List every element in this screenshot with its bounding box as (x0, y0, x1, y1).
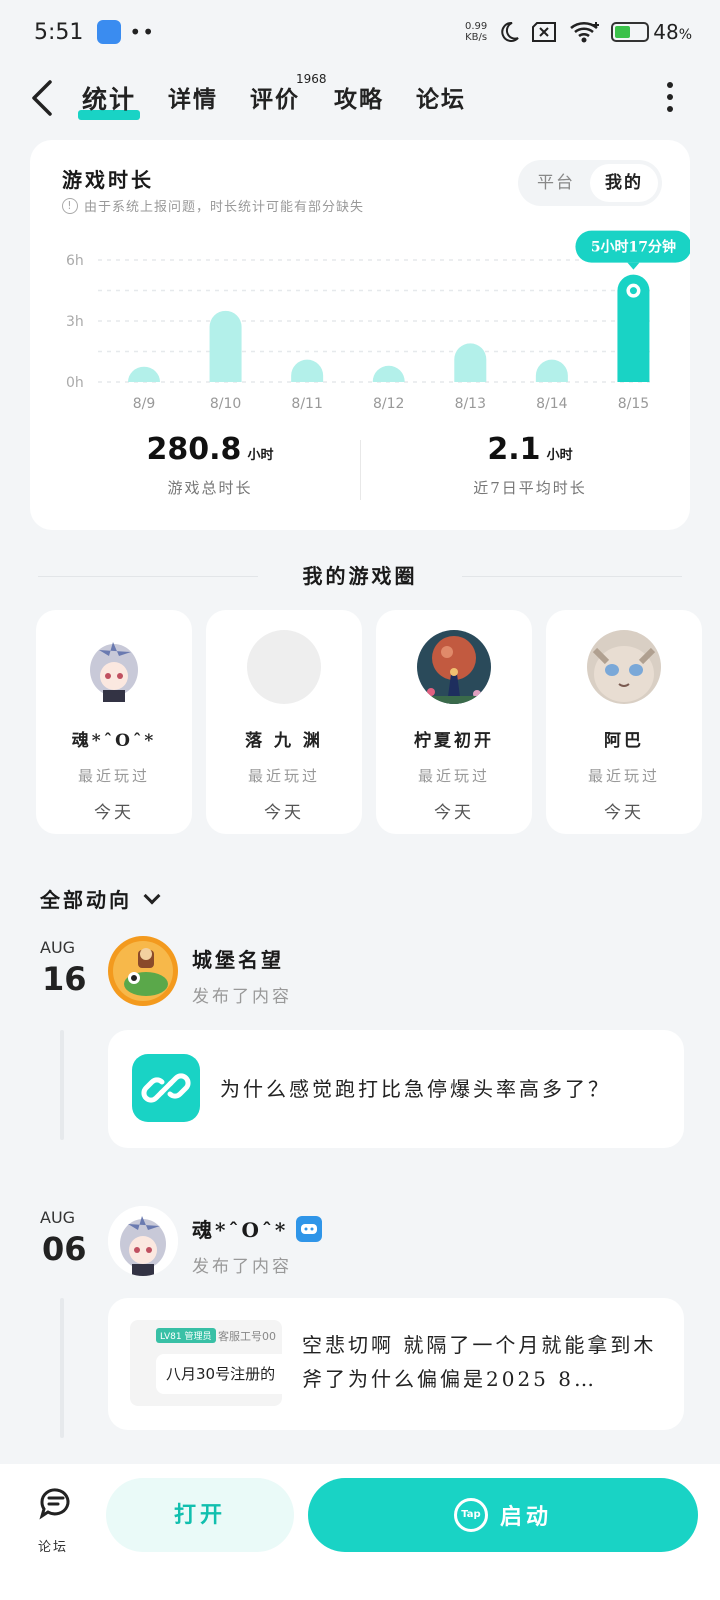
gamepad-badge-icon (296, 1215, 323, 1242)
post-month: AUG (40, 1208, 76, 1227)
friend-last-played: 今天 (264, 803, 304, 823)
x-tick-label: 8/11 (291, 396, 322, 412)
tab-reviews[interactable]: 评价 (250, 80, 300, 114)
value-callout-pointer (627, 262, 640, 270)
bar (209, 310, 242, 382)
sim-blocked-icon (532, 22, 557, 42)
post-username[interactable]: 魂*ˆOˆ* (192, 1214, 323, 1243)
tab-details[interactable]: 详情 (168, 80, 218, 114)
link-icon (132, 1054, 200, 1122)
timeline-line (60, 1030, 64, 1140)
x-tick-label: 8/15 (618, 396, 649, 412)
post-action: 发布了内容 (192, 1257, 292, 1277)
post-avatar[interactable] (108, 1206, 178, 1276)
section-divider-right (462, 576, 682, 577)
app-notification-icon (97, 20, 122, 44)
post-avatar[interactable] (108, 936, 178, 1006)
post-text: 空悲切啊 就隔了一个月就能拿到木斧了为什么偏偏是2025 8… (302, 1333, 657, 1391)
avg-playtime: 2.1 小时 近7日平均时长 (473, 432, 587, 497)
x-tick-label: 8/14 (536, 396, 568, 412)
friend-name: 阿巴 (604, 731, 644, 751)
forum-label[interactable]: 论坛 (38, 1536, 68, 1555)
friend-avatar (247, 630, 321, 704)
x-tick-label: 8/10 (210, 396, 241, 412)
post-text: 为什么感觉跑打比急停爆头率高多了？ (220, 1077, 611, 1101)
open-button[interactable]: 打开 (106, 1478, 294, 1552)
x-tick-label: 8/9 (133, 396, 156, 412)
top-nav: 统计 详情 评价 1968 攻略 论坛 (0, 64, 720, 132)
tap-logo-icon: Tap (453, 1498, 488, 1532)
status-bar: 5:51 •• 0.99 KB/s 48% (0, 0, 720, 64)
friend-avatar (77, 630, 151, 704)
friend-card[interactable]: 柠夏初开 最近玩过 今天 (376, 610, 532, 834)
post-day: 06 (42, 1230, 87, 1268)
status-time: 5:51 (34, 19, 84, 45)
playtime-card: 游戏时长 ! 由于系统上报问题，时长统计可能有部分缺失 平台 我的 0h 3h 6h… (30, 140, 690, 530)
friend-name: 落 九 渊 (245, 731, 323, 751)
friend-card[interactable]: 落 九 渊 最近玩过 今天 (206, 610, 362, 834)
y-tick-label: 3h (66, 314, 84, 330)
post-thumbnail: LV81 管理员 客服工号00 八月30号注册的 (130, 1320, 282, 1406)
bottom-action-bar: 论坛 打开 Tap 启动 (0, 1464, 720, 1600)
more-menu-icon[interactable] (666, 82, 674, 112)
bar (372, 365, 405, 382)
friend-card[interactable]: 阿巴 最近玩过 今天 (546, 610, 702, 834)
battery-icon (611, 22, 650, 42)
forum-icon[interactable] (38, 1486, 76, 1520)
friend-card[interactable]: 魂*ˆOˆ* 最近玩过 今天 (36, 610, 192, 834)
tab-forum[interactable]: 论坛 (416, 80, 466, 114)
friend-last-played: 今天 (94, 803, 134, 823)
post-month: AUG (40, 938, 76, 957)
friend-status: 最近玩过 (77, 767, 150, 785)
do-not-disturb-icon (501, 21, 519, 42)
tab-guides[interactable]: 攻略 (334, 80, 384, 114)
post-day: 16 (42, 960, 87, 998)
value-callout-label: 5小时17分钟 (591, 239, 676, 256)
start-button[interactable]: Tap 启动 (308, 1478, 698, 1552)
bar (291, 359, 324, 382)
highlight-dot-inner (629, 287, 637, 295)
timeline-line (60, 1298, 64, 1438)
feed-filter[interactable]: 全部动向 (40, 884, 161, 913)
friend-status: 最近玩过 (247, 767, 320, 785)
friend-last-played: 今天 (604, 803, 644, 823)
post-card[interactable]: LV81 管理员 客服工号00 八月30号注册的 空悲切啊 就隔了一个月就能拿到… (108, 1298, 684, 1430)
bar (535, 359, 568, 382)
net-speed: 0.99 KB/s (464, 21, 488, 43)
y-tick-label: 0h (66, 375, 84, 391)
bar (454, 343, 487, 382)
x-tick-label: 8/13 (455, 396, 486, 412)
friend-last-played: 今天 (434, 803, 474, 823)
post-card[interactable]: 为什么感觉跑打比急停爆头率高多了？ (108, 1030, 684, 1148)
friend-status: 最近玩过 (417, 767, 490, 785)
y-tick-label: 6h (66, 253, 84, 269)
post-action: 发布了内容 (192, 987, 292, 1007)
tab-stats[interactable]: 统计 (77, 80, 141, 120)
battery-indicator: 48% (611, 20, 692, 44)
stats-divider (360, 440, 361, 500)
friend-avatar (587, 630, 661, 704)
back-icon[interactable] (30, 78, 70, 118)
total-playtime: 280.8 小时 游戏总时长 (146, 432, 274, 497)
x-tick-label: 8/12 (373, 396, 404, 412)
friend-name: 柠夏初开 (414, 731, 494, 751)
chevron-down-icon (143, 887, 161, 904)
bar (128, 366, 160, 382)
wifi-icon (570, 21, 600, 43)
playtime-chart: 0h 3h 6h 8/9 8/10 8/11 8/12 8/13 8/14 8/15 5小时17分钟 (66, 230, 690, 412)
game-circle-title: 我的游戏圈 (302, 564, 418, 588)
post-username[interactable]: 城堡名望 (192, 944, 284, 973)
more-notifications-icon: •• (129, 20, 155, 44)
friend-avatar (417, 630, 491, 704)
friend-name: 魂*ˆOˆ* (71, 731, 157, 751)
review-count-badge: 1968 (296, 72, 327, 86)
friend-status: 最近玩过 (587, 767, 660, 785)
